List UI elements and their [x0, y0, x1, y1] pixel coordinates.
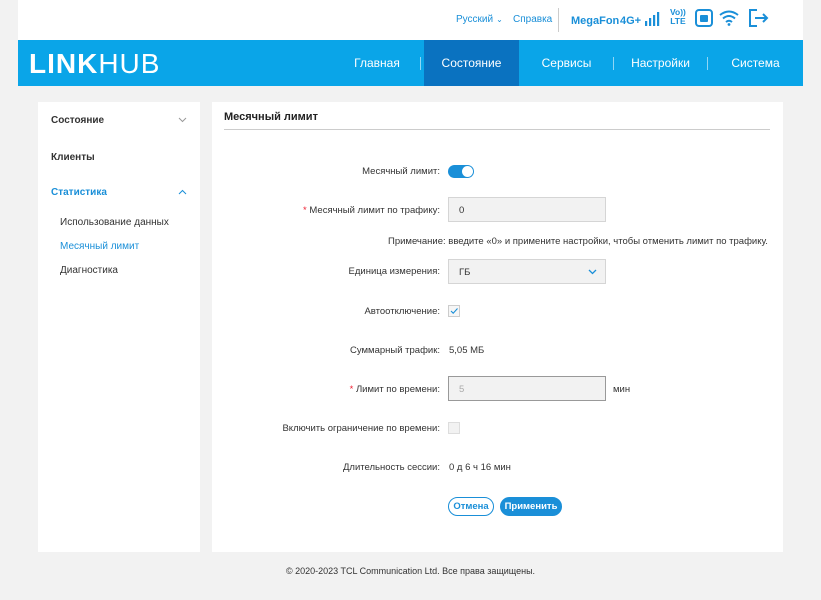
traffic-limit-label: * Месячный лимит по трафику:: [303, 205, 440, 216]
volte-icon: Vo)) LTE: [670, 8, 686, 26]
sim-card-icon[interactable]: [695, 9, 713, 27]
traffic-limit-label-text: Месячный лимит по трафику:: [309, 205, 440, 216]
logout-icon[interactable]: [749, 9, 769, 27]
nav-status[interactable]: Состояние: [424, 40, 519, 86]
chevron-down-icon[interactable]: [178, 117, 187, 123]
page-title: Месячный лимит: [224, 111, 318, 123]
nav-divider: [420, 57, 421, 70]
nav-services[interactable]: Сервисы: [523, 40, 610, 86]
sidebar-item-monthly-limit[interactable]: Месячный лимит: [60, 241, 139, 252]
divider: [558, 8, 559, 32]
logo-light: HUB: [98, 48, 161, 79]
unit-label: Единица измерения:: [348, 266, 440, 277]
session-duration-label: Длительность сессии:: [343, 462, 440, 473]
nav-home[interactable]: Главная: [337, 40, 417, 86]
sidebar-item-statistics[interactable]: Статистика: [51, 187, 107, 198]
footer-copyright: © 2020-2023 TCL Communication Ltd. Все п…: [285, 566, 536, 576]
time-limit-label: * Лимит по времени:: [350, 384, 440, 395]
unit-value: ГБ: [459, 267, 471, 278]
check-icon: [450, 308, 458, 314]
main-panel: Месячный лимит Месячный лимит: * Месячны…: [212, 102, 783, 552]
enable-time-limit-checkbox[interactable]: [448, 422, 460, 434]
chevron-down-icon: ⌄: [496, 15, 503, 24]
chevron-up-icon[interactable]: [178, 189, 187, 195]
nav-divider: [707, 57, 708, 70]
sidebar-item-diagnostics[interactable]: Диагностика: [60, 265, 118, 276]
cancel-button[interactable]: Отмена: [448, 497, 494, 516]
note-text: Примечание: введите «0» и примените наст…: [388, 236, 768, 247]
volte-bottom-text: LTE: [670, 16, 686, 26]
enable-time-limit-label: Включить ограничение по времени:: [282, 423, 440, 434]
operator-name: MegaFon: [571, 15, 620, 27]
logo-bold: LINK: [29, 48, 99, 79]
monthly-limit-toggle[interactable]: [448, 165, 474, 178]
sidebar-item-status[interactable]: Состояние: [51, 115, 104, 126]
time-unit: мин: [613, 384, 631, 395]
sidebar: Состояние Клиенты Статистика Использован…: [38, 102, 200, 552]
total-traffic-value: 5,05 МБ: [449, 345, 485, 356]
main-header: LINKHUB Главная Состояние Сервисы Настро…: [18, 40, 803, 86]
signal-icon: [645, 12, 660, 26]
time-limit-label-text: Лимит по времени:: [355, 384, 440, 395]
help-link[interactable]: Справка: [513, 14, 552, 25]
auto-disconnect-label: Автоотключение:: [364, 306, 440, 317]
total-traffic-label: Суммарный трафик:: [350, 345, 440, 356]
sidebar-item-clients[interactable]: Клиенты: [51, 152, 95, 163]
title-divider: [224, 129, 770, 130]
sidebar-item-data-usage[interactable]: Использование данных: [60, 217, 169, 228]
nav-system[interactable]: Система: [711, 40, 800, 86]
monthly-limit-label: Месячный лимит:: [362, 166, 440, 177]
time-limit-input[interactable]: 5: [448, 376, 606, 401]
top-bar: Русский ⌄ Справка MegaFon 4G+ Vo)) LTE: [18, 0, 803, 40]
nav-divider: [613, 57, 614, 70]
nav-settings[interactable]: Настройки: [617, 40, 704, 86]
unit-select[interactable]: ГБ: [448, 259, 606, 284]
traffic-limit-input[interactable]: 0: [448, 197, 606, 222]
apply-button[interactable]: Применить: [500, 497, 562, 516]
wifi-icon[interactable]: [719, 10, 739, 26]
toggle-knob: [462, 166, 473, 177]
auto-disconnect-checkbox[interactable]: [448, 305, 460, 317]
language-select[interactable]: Русский ⌄: [456, 14, 503, 25]
network-type: 4G+: [620, 15, 642, 27]
chevron-down-icon: [588, 269, 597, 275]
logo: LINKHUB: [29, 48, 160, 80]
session-duration-value: 0 д 6 ч 16 мин: [449, 462, 511, 473]
language-label: Русский: [456, 14, 494, 25]
